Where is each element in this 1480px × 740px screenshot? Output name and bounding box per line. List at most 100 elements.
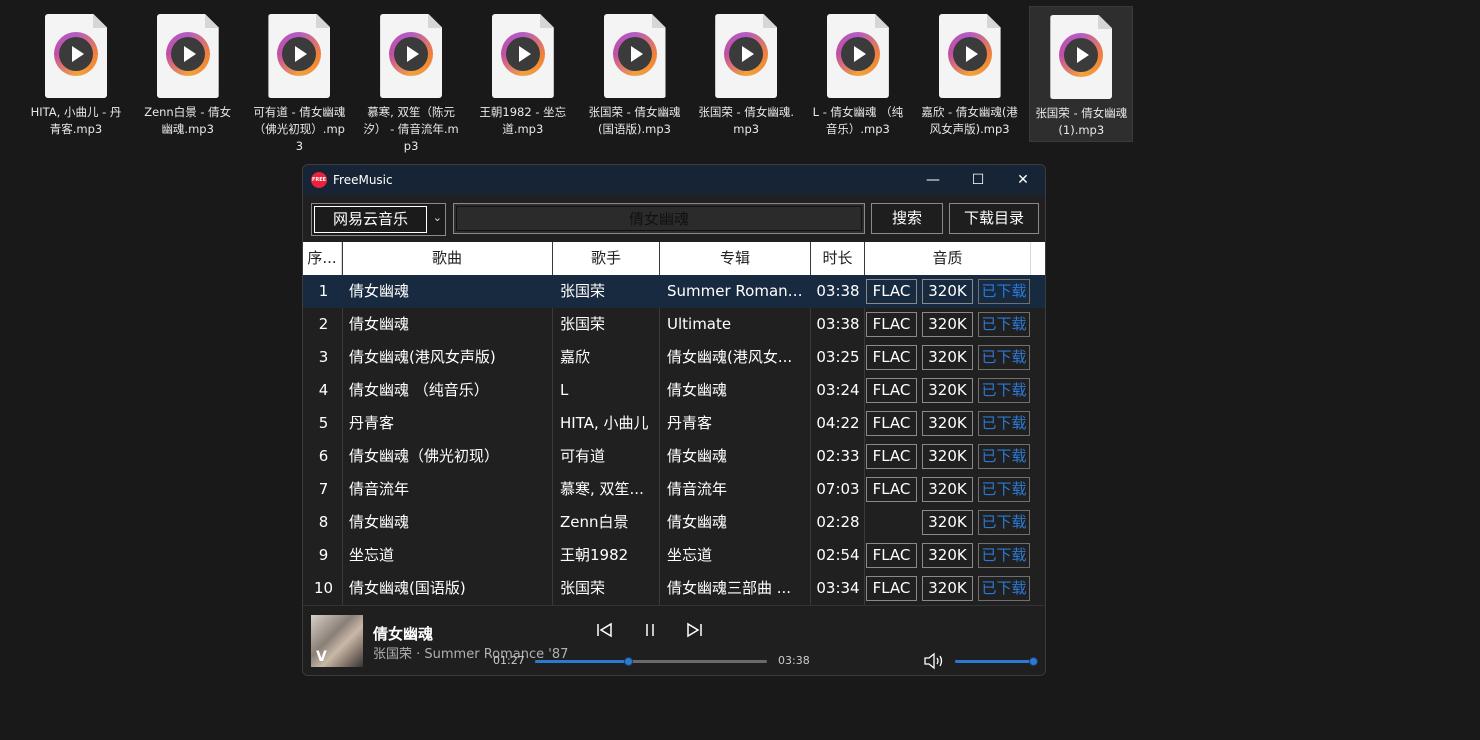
mp3-file-icon	[715, 14, 778, 98]
row-song: 坐忘道	[349, 546, 395, 564]
320k-button[interactable]: 320K	[922, 510, 973, 535]
column-header-song[interactable]: 歌曲	[342, 242, 553, 275]
close-button[interactable]: ✕	[1000, 165, 1045, 195]
desktop-file[interactable]: 嘉欣 - 倩女幽魂(港风女声版).mp3	[918, 6, 1022, 142]
column-header-quality[interactable]: 音质	[865, 242, 1031, 275]
file-name: 张国荣 - 倩女幽魂(国语版).mp3	[588, 105, 681, 136]
downloaded-button[interactable]: 已下载	[978, 345, 1030, 370]
table-row[interactable]: 9 坐忘道 王朝1982 坐忘道 02:54 FLAC 320K 已下载	[303, 539, 1045, 572]
next-icon[interactable]	[685, 622, 703, 642]
table-row[interactable]: 5 丹青客 HITA, 小曲儿 丹青客 04:22 FLAC 320K 已下载	[303, 407, 1045, 440]
search-input[interactable]	[456, 206, 862, 231]
flac-button[interactable]: FLAC	[866, 378, 917, 403]
row-album: 坐忘道	[667, 546, 713, 564]
downloaded-button[interactable]: 已下载	[978, 477, 1030, 502]
search-button[interactable]: 搜索	[871, 203, 943, 234]
table-row[interactable]: 8 倩女幽魂 Zenn白景 倩女幽魂 02:28 320K 已下载	[303, 506, 1045, 539]
column-header-index[interactable]: 序...	[303, 242, 342, 275]
table-row[interactable]: 1 倩女幽魂 张国荣 Summer Romance '... 03:38 FLAC320K…	[303, 275, 1045, 308]
column-header-duration[interactable]: 时长	[811, 242, 865, 275]
volume-slider[interactable]	[955, 657, 1038, 666]
table-header: 序... 歌曲 歌手 专辑 时长 音质	[303, 242, 1045, 275]
progress-handle[interactable]	[623, 657, 633, 666]
file-name: 王朝1982 - 坐忘道.mp3	[479, 105, 567, 136]
downloaded-button[interactable]: 已下载	[978, 279, 1030, 304]
previous-icon[interactable]	[596, 622, 614, 642]
table-row[interactable]: 4 倩女幽魂 （纯音乐） L 倩女幽魂 03:24 FLAC 320K 已下载	[303, 374, 1045, 407]
flac-button[interactable]: FLAC	[866, 543, 917, 568]
320k-button[interactable]: 320K	[922, 477, 973, 502]
table-row[interactable]: 6 倩女幽魂（佛光初现） 可有道 倩女幽魂 02:33 FLAC 320K 已下载	[303, 440, 1045, 473]
desktop-file[interactable]: 可有道 - 倩女幽魂（佛光初现）.mp3	[247, 6, 351, 153]
desktop-file[interactable]: 王朝1982 - 坐忘道.mp3	[471, 6, 575, 142]
desktop-file[interactable]: HITA, 小曲儿 - 丹青客.mp3	[24, 6, 128, 142]
file-name: 张国荣 - 倩女幽魂.mp3	[698, 105, 794, 136]
row-album: 倩音流年	[667, 480, 728, 498]
row-index: 10	[313, 579, 334, 597]
desktop-file[interactable]: 慕寒, 双笙（陈元汐） - 倩音流年.mp3	[359, 6, 463, 153]
flac-button[interactable]: FLAC	[866, 411, 917, 436]
downloaded-button[interactable]: 已下载	[978, 411, 1030, 436]
row-artist: 嘉欣	[560, 348, 591, 366]
flac-button[interactable]: FLAC	[866, 312, 917, 337]
column-header-artist[interactable]: 歌手	[553, 242, 660, 275]
320k-button[interactable]: 320K	[922, 576, 973, 601]
player-bar: V 倩女幽魂 张国荣 · Summer Romance '87 01:27 03…	[303, 605, 1045, 675]
downloaded-button[interactable]: 已下载	[978, 510, 1030, 535]
maximize-button[interactable]: ☐	[955, 165, 1001, 195]
flac-button[interactable]: FLAC	[866, 345, 917, 370]
pause-icon[interactable]	[643, 622, 657, 642]
320k-button[interactable]: 320K	[922, 444, 973, 469]
320k-button[interactable]: 320K	[922, 279, 973, 304]
row-artist: L	[560, 381, 569, 399]
current-time: 01:27	[493, 654, 525, 667]
table-row[interactable]: 2 倩女幽魂 张国荣 Ultimate 03:38 FLAC 320K 已下载	[303, 308, 1045, 341]
mp3-file-icon	[1050, 15, 1113, 99]
downloaded-button[interactable]: 已下载	[978, 543, 1030, 568]
downloaded-button[interactable]: 已下载	[978, 312, 1030, 337]
progress-slider[interactable]	[535, 657, 767, 666]
row-index: 6	[318, 447, 329, 465]
table-row[interactable]: 3 倩女幽魂(港风女声版) 嘉欣 倩女幽魂(港风女... 03:25 FLAC 320K 已下…	[303, 341, 1045, 374]
search-field[interactable]	[453, 203, 865, 234]
table-row[interactable]: 7 倩音流年 慕寒, 双笙... 倩音流年 07:03 FLAC 320K 已下载	[303, 473, 1045, 506]
320k-button[interactable]: 320K	[922, 543, 973, 568]
row-album: 丹青客	[667, 414, 713, 432]
320k-button[interactable]: 320K	[922, 378, 973, 403]
column-header-album[interactable]: 专辑	[660, 242, 811, 275]
table-row[interactable]: 10 倩女幽魂(国语版) 张国荣 倩女幽魂三部曲 ... 03:34 FLAC 320K 已下…	[303, 572, 1045, 605]
desktop-file[interactable]: 张国荣 - 倩女幽魂.mp3	[694, 6, 798, 142]
download-dir-button[interactable]: 下载目录	[949, 203, 1039, 234]
source-select-value: 网易云音乐	[314, 206, 427, 233]
flac-button[interactable]: FLAC	[866, 279, 917, 304]
desktop-file[interactable]: L - 倩女幽魂 （纯音乐）.mp3	[806, 6, 910, 142]
row-duration: 03:38	[816, 315, 860, 333]
album-cover[interactable]: V	[311, 615, 363, 667]
flac-button[interactable]: FLAC	[866, 444, 917, 469]
downloaded-button[interactable]: 已下载	[978, 576, 1030, 601]
volume-handle[interactable]	[1029, 657, 1038, 666]
320k-button[interactable]: 320K	[922, 411, 973, 436]
flac-button[interactable]: FLAC	[866, 576, 917, 601]
minimize-button[interactable]: —	[910, 165, 956, 195]
source-select[interactable]: 网易云音乐 ⌄	[311, 203, 446, 236]
title-bar[interactable]: FREE FreeMusic — ☐ ✕	[303, 165, 1045, 195]
row-album: Summer Romance '...	[667, 282, 807, 300]
volume-icon[interactable]	[923, 652, 945, 674]
flac-button[interactable]: FLAC	[866, 477, 917, 502]
total-time: 03:38	[778, 654, 810, 667]
downloaded-button[interactable]: 已下载	[978, 444, 1030, 469]
row-duration: 02:33	[816, 447, 860, 465]
row-song: 倩女幽魂(国语版)	[349, 579, 466, 597]
app-logo-icon: FREE	[311, 172, 327, 188]
desktop-file[interactable]: 张国荣 - 倩女幽魂(国语版).mp3	[583, 6, 687, 142]
320k-button[interactable]: 320K	[922, 345, 973, 370]
downloaded-button[interactable]: 已下载	[978, 378, 1030, 403]
row-index: 1	[318, 282, 329, 300]
desktop-file[interactable]: 张国荣 - 倩女幽魂 (1).mp3	[1029, 6, 1134, 142]
desktop-file[interactable]: Zenn白景 - 倩女幽魂.mp3	[136, 6, 240, 142]
320k-button[interactable]: 320K	[922, 312, 973, 337]
mp3-file-icon	[380, 14, 443, 98]
row-artist: HITA, 小曲儿	[560, 414, 649, 432]
file-name: 慕寒, 双笙（陈元汐） - 倩音流年.mp3	[363, 105, 459, 153]
